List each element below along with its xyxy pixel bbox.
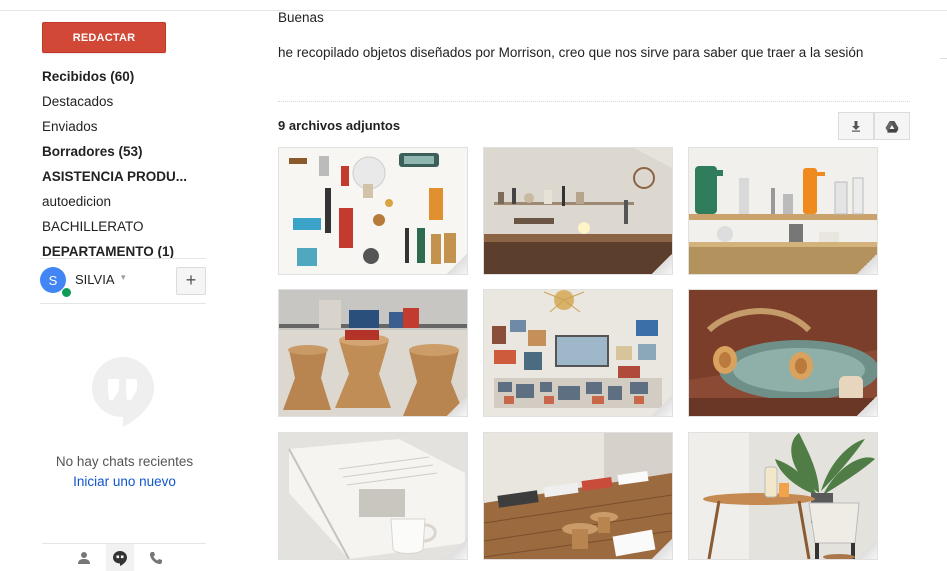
attachment-thumbnail-1[interactable] (278, 147, 468, 275)
chat-tabs (42, 543, 206, 571)
tab-phone[interactable] (142, 544, 170, 571)
divider (40, 258, 206, 259)
page-fold (652, 539, 672, 559)
nav-item-inbox[interactable]: Recibidos (60) (42, 64, 207, 89)
attachment-actions (838, 112, 910, 140)
drive-icon (885, 120, 899, 133)
online-status-icon (61, 287, 72, 298)
nav-item-asistencia[interactable]: ASISTENCIA PRODU... (42, 164, 207, 189)
phone-icon (150, 551, 162, 564)
compose-button[interactable]: REDACTAR (42, 22, 166, 53)
page-fold (447, 539, 467, 559)
chevron-down-icon[interactable]: ▾ (121, 272, 126, 283)
page-fold (447, 396, 467, 416)
hangouts-icon (113, 550, 127, 566)
attachment-thumbnail-4[interactable] (278, 289, 468, 417)
attachment-thumbnail-6[interactable] (688, 289, 878, 417)
attachments-title: 9 archivos adjuntos (278, 118, 401, 133)
page-fold (447, 254, 467, 274)
nav-item-sent[interactable]: Enviados (42, 114, 207, 139)
tab-contacts[interactable] (70, 544, 98, 571)
person-icon (78, 551, 90, 564)
message-greeting: Buenas (278, 10, 324, 25)
label-list: Recibidos (60) Destacados Enviados Borra… (42, 64, 207, 264)
nav-item-bachillerato[interactable]: BACHILLERATO (42, 214, 207, 239)
nav-item-starred[interactable]: Destacados (42, 89, 207, 114)
account-name[interactable]: SILVIA (75, 272, 115, 287)
page-fold (652, 396, 672, 416)
page-fold (857, 396, 877, 416)
attachment-thumbnail-7[interactable] (278, 432, 468, 560)
divider (40, 303, 206, 304)
download-all-button[interactable] (838, 112, 874, 140)
nav-item-drafts[interactable]: Borradores (53) (42, 139, 207, 164)
page-fold (857, 254, 877, 274)
attachment-thumbnail-5[interactable] (483, 289, 673, 417)
hangouts-logo-icon (90, 355, 156, 427)
attachment-thumbnail-2[interactable] (483, 147, 673, 275)
chat-account: S SILVIA ▾ + (40, 265, 210, 298)
download-icon (852, 121, 860, 132)
tab-hangouts[interactable] (106, 544, 134, 571)
page-fold (652, 254, 672, 274)
attachment-thumbnail-9[interactable] (688, 432, 878, 560)
save-to-drive-button[interactable] (874, 112, 910, 140)
nav-item-departamento[interactable]: DEPARTAMENTO (1) (42, 239, 207, 264)
message-body: he recopilado objetos diseñados por Morr… (278, 45, 864, 60)
sidebar: REDACTAR Recibidos (60) Destacados Envia… (0, 0, 230, 571)
start-new-chat-link[interactable]: Iniciar uno nuevo (42, 474, 207, 489)
new-chat-button[interactable]: + (176, 267, 206, 295)
attachment-thumbnail-3[interactable] (688, 147, 878, 275)
nav-item-autoedicion[interactable]: autoedicion (42, 189, 207, 214)
edge-line (940, 58, 947, 59)
attachments-divider (278, 101, 910, 102)
page-fold (857, 539, 877, 559)
attachment-thumbnail-8[interactable] (483, 432, 673, 560)
no-chats-text: No hay chats recientes (55, 454, 194, 469)
